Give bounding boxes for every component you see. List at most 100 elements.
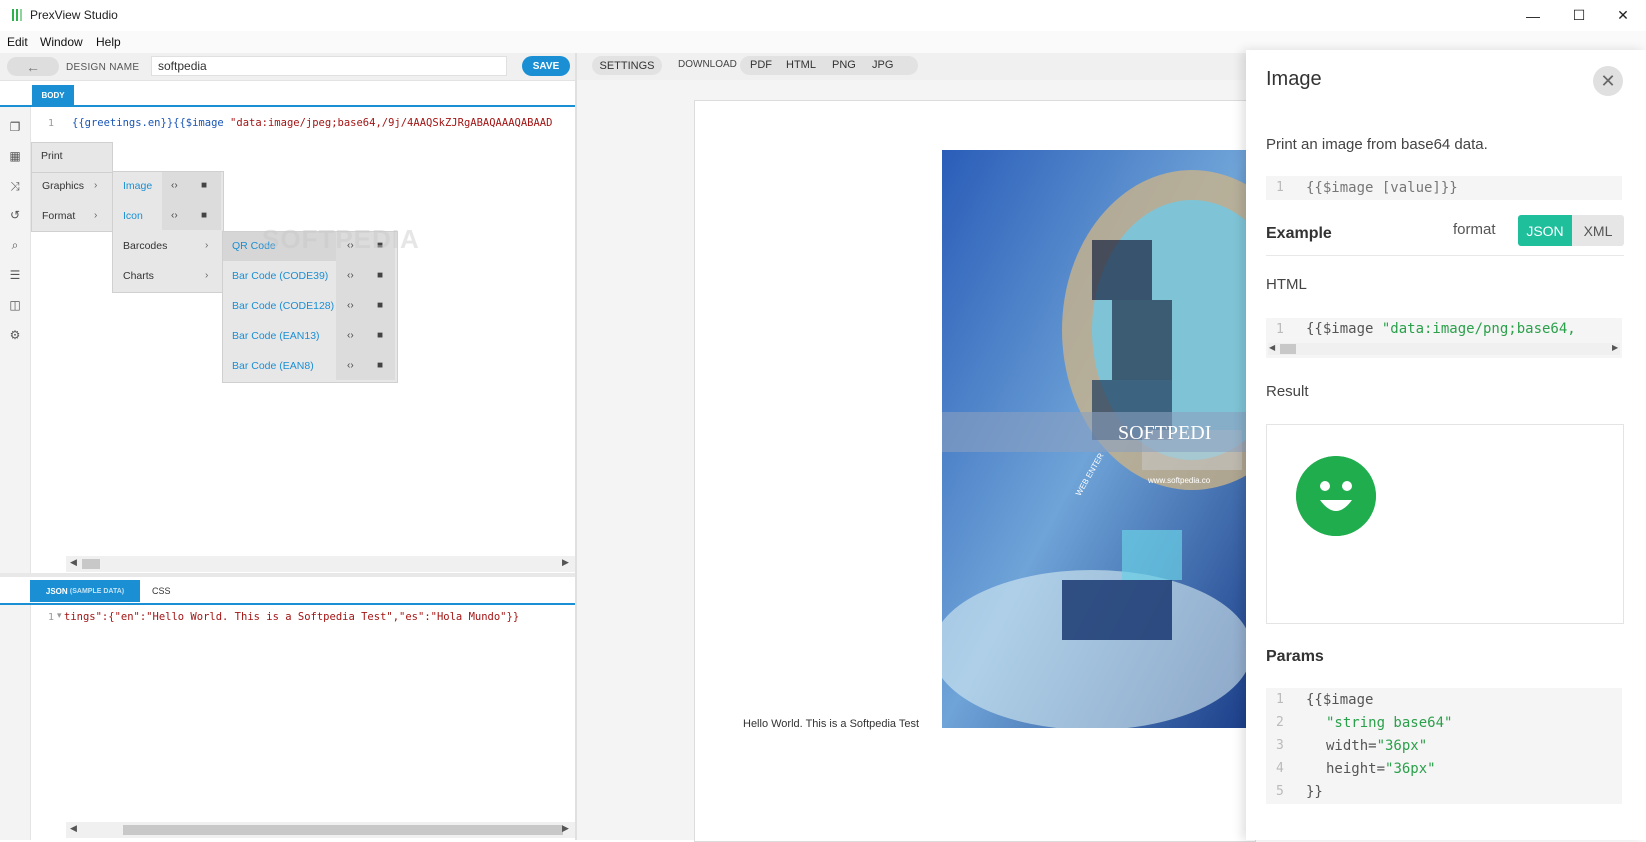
scroll-right-icon[interactable]: ▶: [562, 823, 569, 834]
line-number: 1: [48, 612, 55, 623]
panel-splitter[interactable]: [0, 573, 576, 577]
menu-item-code128[interactable]: Bar Code (CODE128): [232, 300, 334, 312]
tab-json-sub: (SAMPLE DATA): [69, 587, 125, 595]
download-html[interactable]: HTML: [786, 59, 816, 71]
menu-item-code39[interactable]: Bar Code (CODE39): [232, 270, 328, 282]
param-key: height=: [1326, 761, 1386, 777]
back-button[interactable]: ←: [7, 57, 59, 76]
params-line-2: "string base64": [1326, 715, 1453, 731]
html-code-prefix: {{$image: [1306, 321, 1382, 337]
code-token: {{greetings.en}}{{$image: [72, 117, 231, 129]
copy-icon[interactable]: ❐: [8, 120, 22, 134]
json-gutter: [0, 605, 31, 840]
scroll-right-icon[interactable]: ▶: [562, 557, 569, 568]
code-line-number: 3: [1276, 738, 1284, 753]
smiley-icon: [1296, 456, 1376, 536]
tab-css[interactable]: CSS: [152, 586, 171, 596]
scrollbar-thumb[interactable]: [82, 559, 100, 569]
arrow-left-icon: ←: [26, 58, 40, 75]
editor-hscrollbar[interactable]: [66, 556, 576, 572]
scrollbar-thumb[interactable]: [123, 825, 563, 835]
design-name-input[interactable]: [151, 56, 507, 76]
param-value: "36px": [1385, 761, 1436, 777]
widgets-icon[interactable]: ▦: [8, 149, 22, 163]
scrollbar-thumb[interactable]: [1280, 344, 1296, 354]
app-logo-icon: [12, 9, 22, 21]
menu-item-barcodes[interactable]: Barcodes: [123, 240, 167, 252]
code-view-icon[interactable]: ‹›: [347, 300, 354, 311]
shuffle-icon[interactable]: ⤨: [8, 179, 22, 193]
minimize-button[interactable]: —: [1510, 0, 1556, 31]
title-bar: [0, 0, 1646, 32]
panel-title: Image: [1266, 68, 1322, 90]
html-code-string: "data:image/png;base64,: [1381, 321, 1576, 337]
insert-block-icon[interactable]: ■: [201, 210, 207, 221]
menu-item-icon[interactable]: Icon: [123, 210, 143, 222]
chevron-right-icon: ›: [205, 270, 209, 281]
params-line-4: height="36px": [1326, 761, 1436, 777]
menu-item-format[interactable]: Format: [42, 210, 75, 222]
insert-block-icon[interactable]: ■: [377, 330, 383, 341]
tool-strip: [0, 107, 31, 577]
image-text: SOFTPEDI: [1118, 422, 1212, 444]
compare-icon[interactable]: ◫: [8, 298, 22, 312]
scroll-left-icon[interactable]: ◀: [70, 823, 77, 834]
code-view-icon[interactable]: ‹›: [347, 270, 354, 281]
line-number: 1: [48, 118, 55, 129]
maximize-button[interactable]: ☐: [1556, 0, 1602, 31]
menu-item-ean8[interactable]: Bar Code (EAN8): [232, 360, 314, 372]
close-panel-button[interactable]: ✕: [1593, 66, 1623, 96]
panel-description: Print an image from base64 data.: [1266, 136, 1488, 153]
menu-help[interactable]: Help: [96, 35, 121, 49]
download-png[interactable]: PNG: [832, 59, 856, 71]
settings-icon[interactable]: ⚙: [8, 328, 22, 342]
menu-item-print[interactable]: Print: [41, 150, 63, 162]
tab-json-label: JSON: [45, 586, 68, 596]
code-view-icon[interactable]: ‹›: [171, 180, 178, 191]
chevron-right-icon: ›: [205, 240, 209, 251]
menu-edit[interactable]: Edit: [7, 35, 28, 49]
insert-block-icon[interactable]: ■: [377, 300, 383, 311]
save-button[interactable]: SAVE: [522, 56, 570, 76]
code-line-number: 5: [1276, 784, 1284, 799]
code-view-icon[interactable]: ‹›: [171, 210, 178, 221]
list-icon[interactable]: ☰: [8, 268, 22, 282]
tab-json[interactable]: JSON (SAMPLE DATA): [30, 580, 140, 602]
format-label: format: [1453, 221, 1496, 238]
insert-block-icon[interactable]: ■: [201, 180, 207, 191]
download-jpg[interactable]: JPG: [872, 59, 893, 71]
menu-window[interactable]: Window: [40, 35, 83, 49]
history-icon[interactable]: ↺: [8, 208, 22, 222]
settings-button[interactable]: SETTINGS: [592, 56, 662, 75]
fold-icon[interactable]: ▾: [57, 610, 62, 621]
syntax-code: {{$image [value]}}: [1306, 180, 1458, 196]
menu-item-charts[interactable]: Charts: [123, 270, 154, 282]
code-view-icon[interactable]: ‹›: [347, 330, 354, 341]
menu-item-ean13[interactable]: Bar Code (EAN13): [232, 330, 320, 342]
scroll-left-icon[interactable]: ◀: [1269, 343, 1275, 352]
close-window-button[interactable]: ✕: [1600, 0, 1646, 31]
preview-body-text: Hello World. This is a Softpedia Test: [743, 718, 920, 730]
watermark: SOFTPEDIA: [262, 224, 420, 254]
tab-body[interactable]: BODY: [32, 85, 74, 105]
html-code-line: {{$image "data:image/png;base64,: [1306, 321, 1622, 337]
menu-item-graphics[interactable]: Graphics: [42, 180, 84, 192]
format-json-button[interactable]: JSON: [1518, 215, 1572, 246]
code-line[interactable]: {{greetings.en}}{{$image "data:image/jpe…: [72, 117, 574, 129]
code-hscrollbar[interactable]: [1268, 343, 1620, 355]
download-label: DOWNLOAD: [678, 59, 737, 70]
close-icon: ✕: [1600, 70, 1616, 91]
code-view-icon[interactable]: ‹›: [347, 360, 354, 371]
format-xml-button[interactable]: XML: [1572, 215, 1624, 246]
download-pdf[interactable]: PDF: [750, 59, 772, 71]
scroll-left-icon[interactable]: ◀: [70, 557, 77, 568]
search-replace-icon[interactable]: ⌕: [8, 238, 22, 252]
json-code-line[interactable]: tings":{"en":"Hello World. This is a Sof…: [64, 611, 574, 623]
divider: [1266, 255, 1624, 256]
scroll-right-icon[interactable]: ▶: [1612, 343, 1618, 352]
menu-item-image[interactable]: Image: [123, 180, 152, 192]
example-heading: Example: [1266, 225, 1332, 242]
insert-block-icon[interactable]: ■: [377, 360, 383, 371]
insert-block-icon[interactable]: ■: [377, 270, 383, 281]
code-line-number: 1: [1276, 180, 1284, 195]
